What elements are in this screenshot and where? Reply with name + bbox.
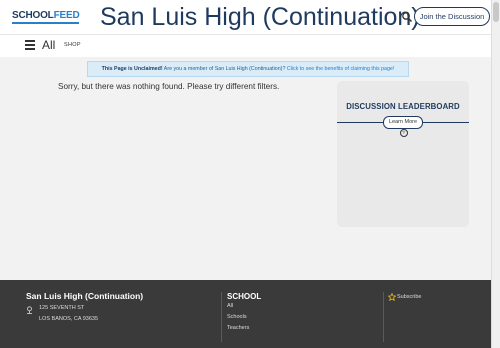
footer-link-schools[interactable]: Schools: [227, 314, 247, 320]
footer-address-line2: LOS BANOS, CA 93635: [39, 316, 99, 322]
footer-link-all[interactable]: All: [227, 303, 233, 309]
learn-more-button[interactable]: Learn More ?: [383, 116, 423, 137]
hamburger-menu-icon[interactable]: [25, 40, 35, 50]
unclaimed-banner: This Page is Unclaimed! Are you a member…: [87, 61, 409, 77]
banner-text: Are you a member of San Luis High (Conti…: [162, 66, 287, 72]
scrollbar-thumb[interactable]: [493, 2, 499, 22]
footer-address-line1: 125 SEVENTH ST: [39, 305, 85, 311]
scrollbar[interactable]: [491, 0, 500, 348]
footer-school-name: San Luis High (Continuation): [26, 291, 144, 301]
search-icon[interactable]: [401, 11, 413, 23]
join-discussion-button[interactable]: Join the Discussion: [414, 7, 490, 26]
footer-link-teachers[interactable]: Teachers: [227, 325, 249, 331]
footer: San Luis High (Continuation) 125 SEVENTH…: [0, 280, 500, 348]
logo-school-text: SCHOOL: [12, 10, 54, 21]
star-icon[interactable]: [388, 293, 396, 301]
banner-bold-text: This Page is Unclaimed!: [101, 66, 163, 72]
footer-divider: [221, 292, 222, 342]
footer-divider: [383, 292, 384, 342]
schoolfeed-logo[interactable]: SCHOOLFEED: [12, 10, 80, 24]
nav-bar: All SHOP: [0, 35, 500, 57]
page-title: San Luis High (Continuation): [100, 3, 420, 31]
map-pin-icon: [27, 306, 32, 314]
logo-feed-text: FEED: [53, 10, 80, 21]
question-icon: ?: [399, 128, 408, 137]
leaderboard-title: DISCUSSION LEADERBOARD: [346, 102, 460, 111]
nav-all-link[interactable]: All: [42, 38, 55, 52]
top-header: SCHOOLFEED San Luis High (Continuation) …: [0, 0, 500, 35]
empty-results-message: Sorry, but there was nothing found. Plea…: [58, 82, 280, 91]
nav-shop-link[interactable]: SHOP: [64, 42, 81, 48]
learn-more-label: Learn More: [388, 119, 418, 125]
claim-page-link[interactable]: Click to see the benefits of claiming th…: [287, 66, 394, 72]
footer-section-title: SCHOOL: [227, 292, 262, 301]
leaderboard-panel: DISCUSSION LEADERBOARD Learn More ?: [337, 81, 469, 227]
subscribe-link[interactable]: Subscribe: [397, 294, 421, 300]
